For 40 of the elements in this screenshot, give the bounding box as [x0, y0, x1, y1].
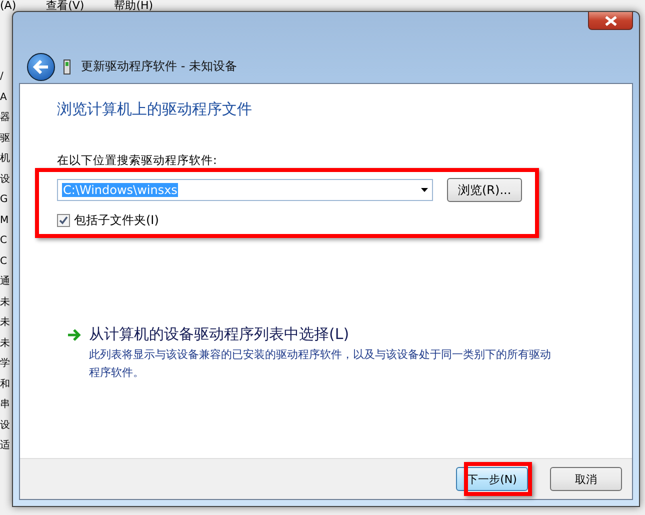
list-item-text: 学 [0, 357, 11, 370]
dialog-button[interactable]: 取消 [550, 467, 622, 491]
highlight-frame [464, 462, 532, 496]
left-arrow-icon [33, 60, 49, 74]
list-item-text: C [0, 254, 8, 268]
list-item-text: 未 [0, 296, 11, 309]
list-item-text: 通 [0, 275, 11, 288]
right-arrow-icon [67, 329, 81, 341]
option-description: 此列表将显示与该设备兼容的已安装的驱动程序软件，以及与该设备处于同一类别下的所有驱动程序软件。 [89, 347, 552, 381]
list-item-text: C [0, 234, 8, 248]
window-title: 更新驱动程序软件 - 未知设备 [81, 58, 237, 75]
menu-item[interactable]: (A) [0, 0, 16, 12]
checkbox[interactable] [57, 214, 70, 227]
menu-item[interactable]: 查看(V) [46, 0, 84, 12]
list-item-text: 设 [0, 418, 11, 432]
search-label: 在以下位置搜索驱动程序软件: [57, 153, 218, 168]
device-icon [63, 59, 71, 75]
dialog-button[interactable]: 下一步(N) [456, 467, 528, 491]
list-item-text: / [0, 70, 4, 84]
list-item-text: 机 [0, 152, 11, 166]
list-item-text: A [0, 90, 8, 104]
list-item-text: 未 [0, 316, 11, 330]
option-link[interactable]: 从计算机的设备驱动程序列表中选择(L) [89, 325, 559, 344]
close-icon [604, 16, 616, 26]
list-item-text: 器 [0, 111, 11, 124]
list-item-text: 适 [0, 439, 11, 452]
page-heading: 浏览计算机上的驱动程序文件 [57, 100, 253, 119]
checkbox-label: 包括子文件夹(I) [74, 212, 159, 229]
dropdown-arrow-icon [421, 188, 428, 192]
list-item-text: 未 [0, 336, 11, 350]
back-button[interactable] [27, 53, 55, 81]
menu-item[interactable]: 帮助(H) [114, 0, 154, 12]
list-item-text: G [0, 193, 9, 206]
browse-button[interactable]: 浏览(R)... [447, 178, 522, 202]
list-item-text: 设 [0, 172, 11, 186]
list-item-text: 串 [0, 398, 11, 412]
list-item-text: M [0, 214, 10, 227]
list-item-text: 驱 [0, 132, 11, 145]
list-item-text: 和 [0, 378, 11, 391]
close-button[interactable] [588, 12, 633, 30]
